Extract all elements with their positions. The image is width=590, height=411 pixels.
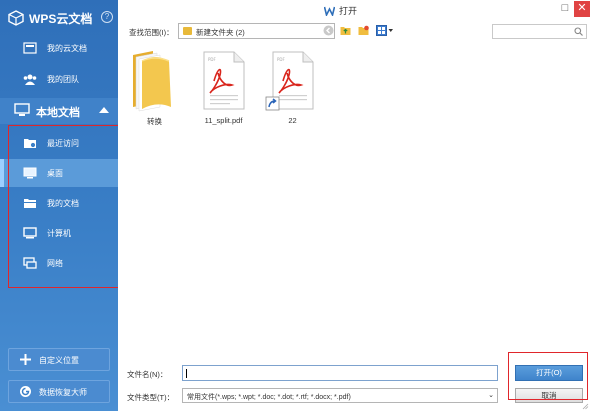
cloud-box-icon <box>8 10 24 26</box>
recovery-icon <box>20 386 31 397</box>
svg-text:PDF: PDF <box>208 57 216 62</box>
search-input[interactable] <box>492 24 587 39</box>
folder-icon <box>133 51 171 112</box>
pdf-file-icon: PDF <box>203 51 245 110</box>
help-icon[interactable]: ? <box>101 11 113 23</box>
highlight-box-open-button <box>508 352 588 400</box>
file-item-pdf[interactable]: PDF 11_split.pdf <box>196 47 251 125</box>
new-folder-icon[interactable] <box>358 25 369 36</box>
sidebar: WPS云文档 ? 我的云文档 我的团队 本地文档 最近访问 桌面 我的文档 计算… <box>0 0 123 411</box>
filename-label: 文件名(N)： <box>127 370 168 379</box>
plus-icon <box>20 354 31 365</box>
view-menu-icon[interactable] <box>376 25 394 36</box>
sidebar-item-label: 我的云文档 <box>47 44 87 53</box>
add-location-button[interactable]: 自定义位置 <box>8 348 110 371</box>
cloud-doc-icon <box>23 42 37 54</box>
filetype-dropdown[interactable]: 常用文件(*.wps; *.wpt; *.doc; *.dot; *.rtf; … <box>182 388 498 403</box>
recovery-label: 数据恢复大师 <box>39 388 87 397</box>
window-title: 打开 <box>324 4 357 17</box>
highlight-box-sidebar <box>8 125 123 288</box>
back-icon[interactable] <box>323 25 334 36</box>
file-name: 22 <box>288 116 297 125</box>
file-list: 转换 PDF 11_split.pdf PDF 22 <box>118 42 590 362</box>
look-in-label: 查找范围(I)： <box>129 28 174 37</box>
data-recovery-button[interactable]: 数据恢复大师 <box>8 380 110 403</box>
monitor-icon <box>14 103 30 116</box>
collapse-caret-icon[interactable] <box>99 107 109 113</box>
look-in-dropdown[interactable]: 新建文件夹 (2) ⌄ <box>178 23 335 39</box>
sidebar-item-my-cloud-docs[interactable]: 我的云文档 <box>0 34 118 62</box>
text-caret <box>186 369 187 378</box>
title-bar: 打开 □ ✕ <box>118 0 590 20</box>
file-item-folder[interactable]: 转换 <box>127 47 182 126</box>
team-icon <box>23 74 37 85</box>
file-item-pdf-shortcut[interactable]: PDF 22 <box>265 47 320 125</box>
file-name: 11_split.pdf <box>204 116 243 125</box>
filetype-value: 常用文件(*.wps; *.wpt; *.doc; *.dot; *.rtf; … <box>187 394 351 401</box>
filename-field[interactable] <box>182 365 498 381</box>
sidebar-item-my-team[interactable]: 我的团队 <box>0 65 118 93</box>
wps-writer-icon <box>324 6 335 16</box>
toolbar: 查找范围(I)： 新建文件夹 (2) ⌄ <box>118 20 590 42</box>
svg-text:PDF: PDF <box>277 57 285 62</box>
add-location-label: 自定义位置 <box>39 356 79 365</box>
look-in-value: 新建文件夹 (2) <box>196 28 245 37</box>
file-name: 转换 <box>147 117 162 126</box>
folder-icon <box>183 27 192 35</box>
section-label: 本地文档 <box>36 107 80 119</box>
maximize-button[interactable]: □ <box>555 0 575 18</box>
sidebar-item-label: 我的团队 <box>47 75 79 84</box>
up-folder-icon[interactable] <box>340 25 351 36</box>
close-button[interactable]: ✕ <box>574 1 590 17</box>
resize-grip-icon[interactable] <box>582 403 589 410</box>
filetype-label: 文件类型(T)： <box>127 393 175 402</box>
search-icon[interactable] <box>574 27 583 36</box>
pdf-shortcut-icon: PDF <box>265 51 314 111</box>
local-docs-section[interactable]: 本地文档 <box>0 98 118 124</box>
brand: WPS云文档 <box>8 8 92 28</box>
brand-title: WPS云文档 <box>29 11 93 26</box>
chevron-down-icon: ⌄ <box>488 392 494 399</box>
window-title-text: 打开 <box>339 6 358 16</box>
